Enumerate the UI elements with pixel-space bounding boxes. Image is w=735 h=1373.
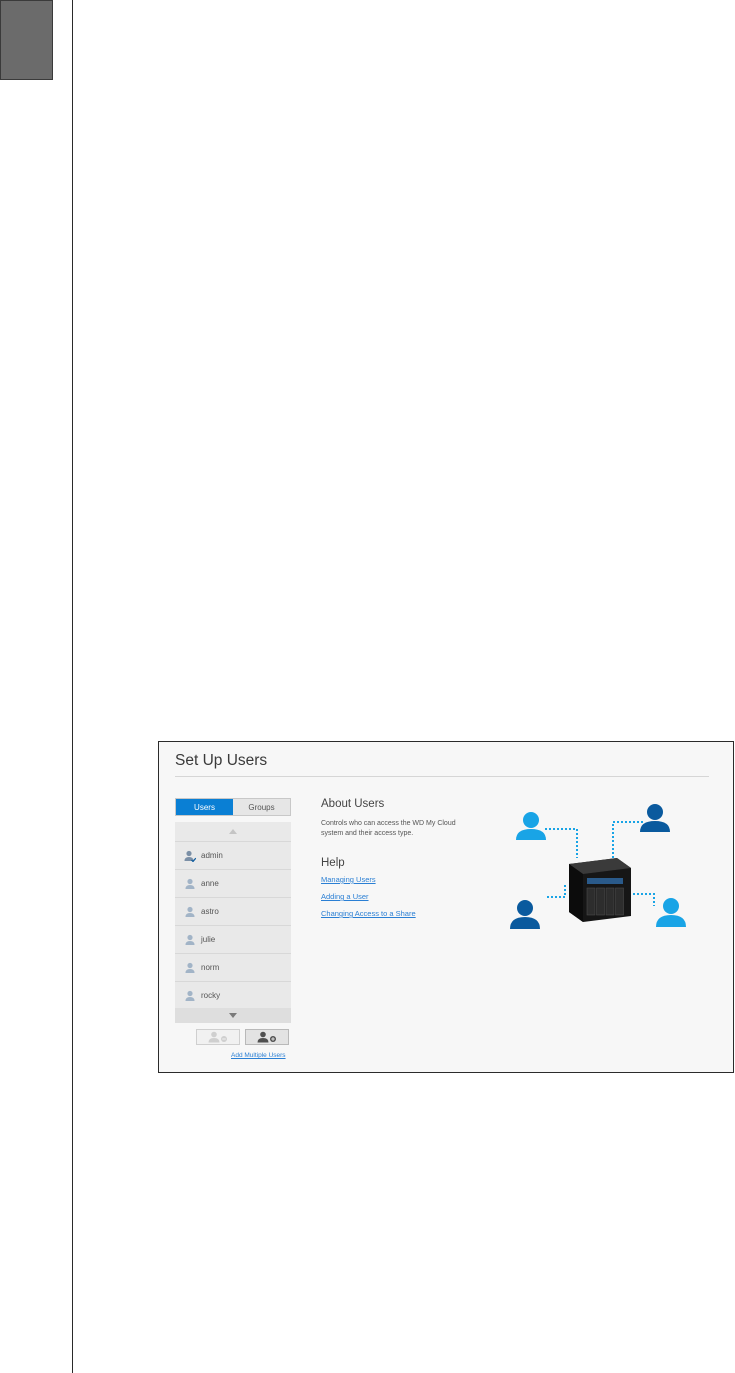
chapter-tab bbox=[0, 0, 53, 80]
user-name: admin bbox=[201, 851, 223, 860]
user-name: anne bbox=[201, 879, 219, 888]
arrow-down-icon bbox=[229, 1013, 237, 1018]
remove-user-icon bbox=[208, 1031, 227, 1043]
user-row-anne[interactable]: anne bbox=[175, 869, 291, 897]
about-users-heading: About Users bbox=[321, 798, 385, 810]
margin-rule bbox=[72, 0, 73, 1373]
user-figure-icon bbox=[510, 900, 540, 929]
user-icon bbox=[185, 962, 195, 973]
user-name: julie bbox=[201, 935, 216, 944]
user-icon bbox=[185, 934, 195, 945]
user-row-admin[interactable]: admin bbox=[175, 841, 291, 869]
add-user-icon bbox=[257, 1031, 276, 1043]
scroll-up-button[interactable] bbox=[175, 822, 291, 841]
about-users-description: Controls who can access the WD My Cloud … bbox=[321, 820, 456, 837]
changing-access-link[interactable]: Changing Access to a Share bbox=[321, 909, 416, 918]
user-row-julie[interactable]: julie bbox=[175, 925, 291, 953]
user-icon bbox=[185, 990, 195, 1001]
user-icon bbox=[185, 878, 195, 889]
user-row-norm[interactable]: norm bbox=[175, 953, 291, 981]
nas-device-icon bbox=[569, 858, 631, 922]
user-row-rocky[interactable]: rocky bbox=[175, 981, 291, 1009]
user-name: astro bbox=[201, 907, 219, 916]
user-icon bbox=[185, 906, 195, 917]
user-list: admin anne astro julie norm rocky bbox=[175, 822, 291, 1023]
user-figure-icon bbox=[516, 812, 546, 840]
help-heading: Help bbox=[321, 857, 345, 869]
arrow-up-icon bbox=[229, 829, 237, 834]
managing-users-link[interactable]: Managing Users bbox=[321, 875, 376, 884]
remove-user-button[interactable] bbox=[196, 1029, 240, 1045]
title-divider bbox=[175, 776, 709, 777]
tab-users[interactable]: Users bbox=[176, 799, 233, 815]
user-name: rocky bbox=[201, 991, 221, 1000]
page-title: Set Up Users bbox=[175, 752, 268, 769]
tab-groups[interactable]: Groups bbox=[233, 799, 290, 815]
add-user-button[interactable] bbox=[245, 1029, 289, 1045]
adding-a-user-link[interactable]: Adding a User bbox=[321, 892, 369, 901]
admin-user-icon bbox=[184, 850, 196, 862]
tab-bar: Users Groups bbox=[175, 798, 291, 816]
user-figure-icon bbox=[656, 898, 686, 927]
set-up-users-screenshot: Set Up Users Users Groups admin anne ast… bbox=[158, 741, 734, 1073]
users-network-diagram bbox=[510, 804, 686, 929]
user-row-astro[interactable]: astro bbox=[175, 897, 291, 925]
user-name: norm bbox=[201, 963, 220, 972]
scroll-down-button[interactable] bbox=[175, 1008, 291, 1023]
add-multiple-users-link[interactable]: Add Multiple Users bbox=[231, 1052, 286, 1059]
user-figure-icon bbox=[640, 804, 670, 832]
